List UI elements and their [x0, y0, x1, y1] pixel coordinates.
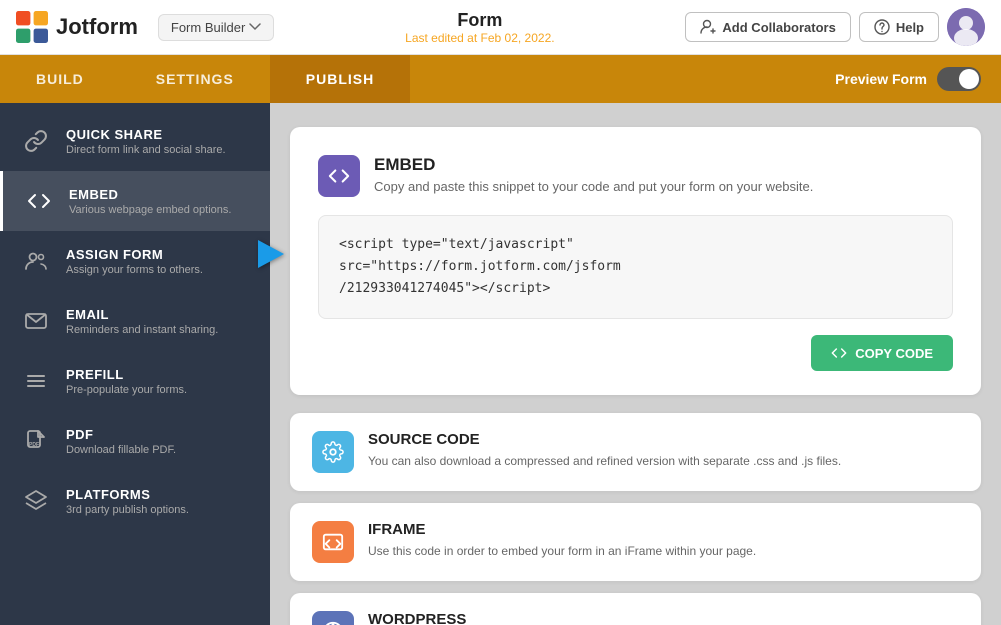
avatar[interactable] — [947, 8, 985, 46]
wordpress-icon-box — [312, 611, 354, 625]
iframe-icon-box — [312, 521, 354, 563]
question-icon — [874, 19, 890, 35]
source-code-card[interactable]: SOURCE CODE You can also download a comp… — [290, 413, 981, 491]
form-title: Form — [286, 10, 673, 31]
jotform-logo-text: Jotform — [56, 14, 138, 40]
embed-code-box: <script type="text/javascript" src="http… — [318, 215, 953, 319]
sidebar-item-email[interactable]: EMAIL Reminders and instant sharing. — [0, 291, 270, 351]
main-layout: QUICK SHARE Direct form link and social … — [0, 103, 1001, 625]
top-nav: Jotform Form Builder Form Last edited at… — [0, 0, 1001, 55]
tab-build[interactable]: BUILD — [0, 55, 120, 103]
source-code-icon-box — [312, 431, 354, 473]
toggle-knob — [959, 69, 979, 89]
iframe-card[interactable]: IFRAME Use this code in order to embed y… — [290, 503, 981, 581]
layers-icon — [20, 485, 52, 517]
nav-right: Add Collaborators Help — [685, 8, 985, 46]
sidebar-item-platforms[interactable]: PLATFORMS 3rd party publish options. — [0, 471, 270, 531]
add-collaborators-button[interactable]: Add Collaborators — [685, 12, 850, 42]
sidebar-item-quick-share[interactable]: QUICK SHARE Direct form link and social … — [0, 111, 270, 171]
user-plus-icon — [700, 19, 716, 35]
wordpress-title: WORDPRESS — [368, 611, 714, 625]
form-builder-button[interactable]: Form Builder — [158, 14, 274, 41]
jotform-logo-icon — [16, 11, 48, 43]
embed-section: EMBED Copy and paste this snippet to you… — [290, 127, 981, 395]
iframe-title: IFRAME — [368, 521, 756, 538]
code-icon — [23, 185, 55, 217]
sidebar-item-embed[interactable]: EMBED Various webpage embed options. — [0, 171, 270, 231]
content-area: EMBED Copy and paste this snippet to you… — [270, 103, 1001, 625]
embed-code-icon — [328, 165, 350, 187]
preview-form-toggle[interactable] — [937, 67, 981, 91]
form-title-area: Form Last edited at Feb 02, 2022. — [286, 10, 673, 45]
form-subtitle: Last edited at Feb 02, 2022. — [286, 31, 673, 45]
help-button[interactable]: Help — [859, 12, 939, 42]
tab-bar: BUILD SETTINGS PUBLISH Preview Form — [0, 55, 1001, 103]
preview-form-area: Preview Form — [815, 67, 1001, 91]
lines-icon — [20, 365, 52, 397]
embed-desc: Copy and paste this snippet to your code… — [374, 179, 813, 194]
link-icon — [20, 125, 52, 157]
logo-area: Jotform — [16, 11, 138, 43]
embed-icon-box — [318, 155, 360, 197]
source-code-desc: You can also download a compressed and r… — [368, 452, 841, 470]
copy-code-button[interactable]: COPY CODE — [811, 335, 953, 371]
tab-settings[interactable]: SETTINGS — [120, 55, 270, 103]
tab-publish[interactable]: PUBLISH — [270, 55, 410, 103]
sidebar-item-pdf[interactable]: PDF PDF Download fillable PDF. — [0, 411, 270, 471]
svg-text:PDF: PDF — [29, 442, 39, 448]
sidebar-item-assign-form[interactable]: ASSIGN FORM Assign your forms to others. — [0, 231, 270, 291]
pdf-icon: PDF — [20, 425, 52, 457]
wordpress-card[interactable]: WORDPRESS Use our free plugin to embed y… — [290, 593, 981, 625]
iframe-icon — [322, 531, 344, 553]
source-code-title: SOURCE CODE — [368, 431, 841, 448]
mail-icon — [20, 305, 52, 337]
sidebar-item-prefill[interactable]: PREFILL Pre-populate your forms. — [0, 351, 270, 411]
embed-title: EMBED — [374, 155, 813, 175]
wordpress-icon — [322, 621, 344, 625]
chevron-down-icon — [249, 23, 261, 31]
iframe-desc: Use this code in order to embed your for… — [368, 542, 756, 560]
embed-header: EMBED Copy and paste this snippet to you… — [318, 155, 953, 197]
users-icon — [20, 245, 52, 277]
gear-icon — [322, 441, 344, 463]
preview-form-label: Preview Form — [835, 71, 927, 87]
copy-code-icon — [831, 345, 847, 361]
sidebar: QUICK SHARE Direct form link and social … — [0, 103, 270, 625]
